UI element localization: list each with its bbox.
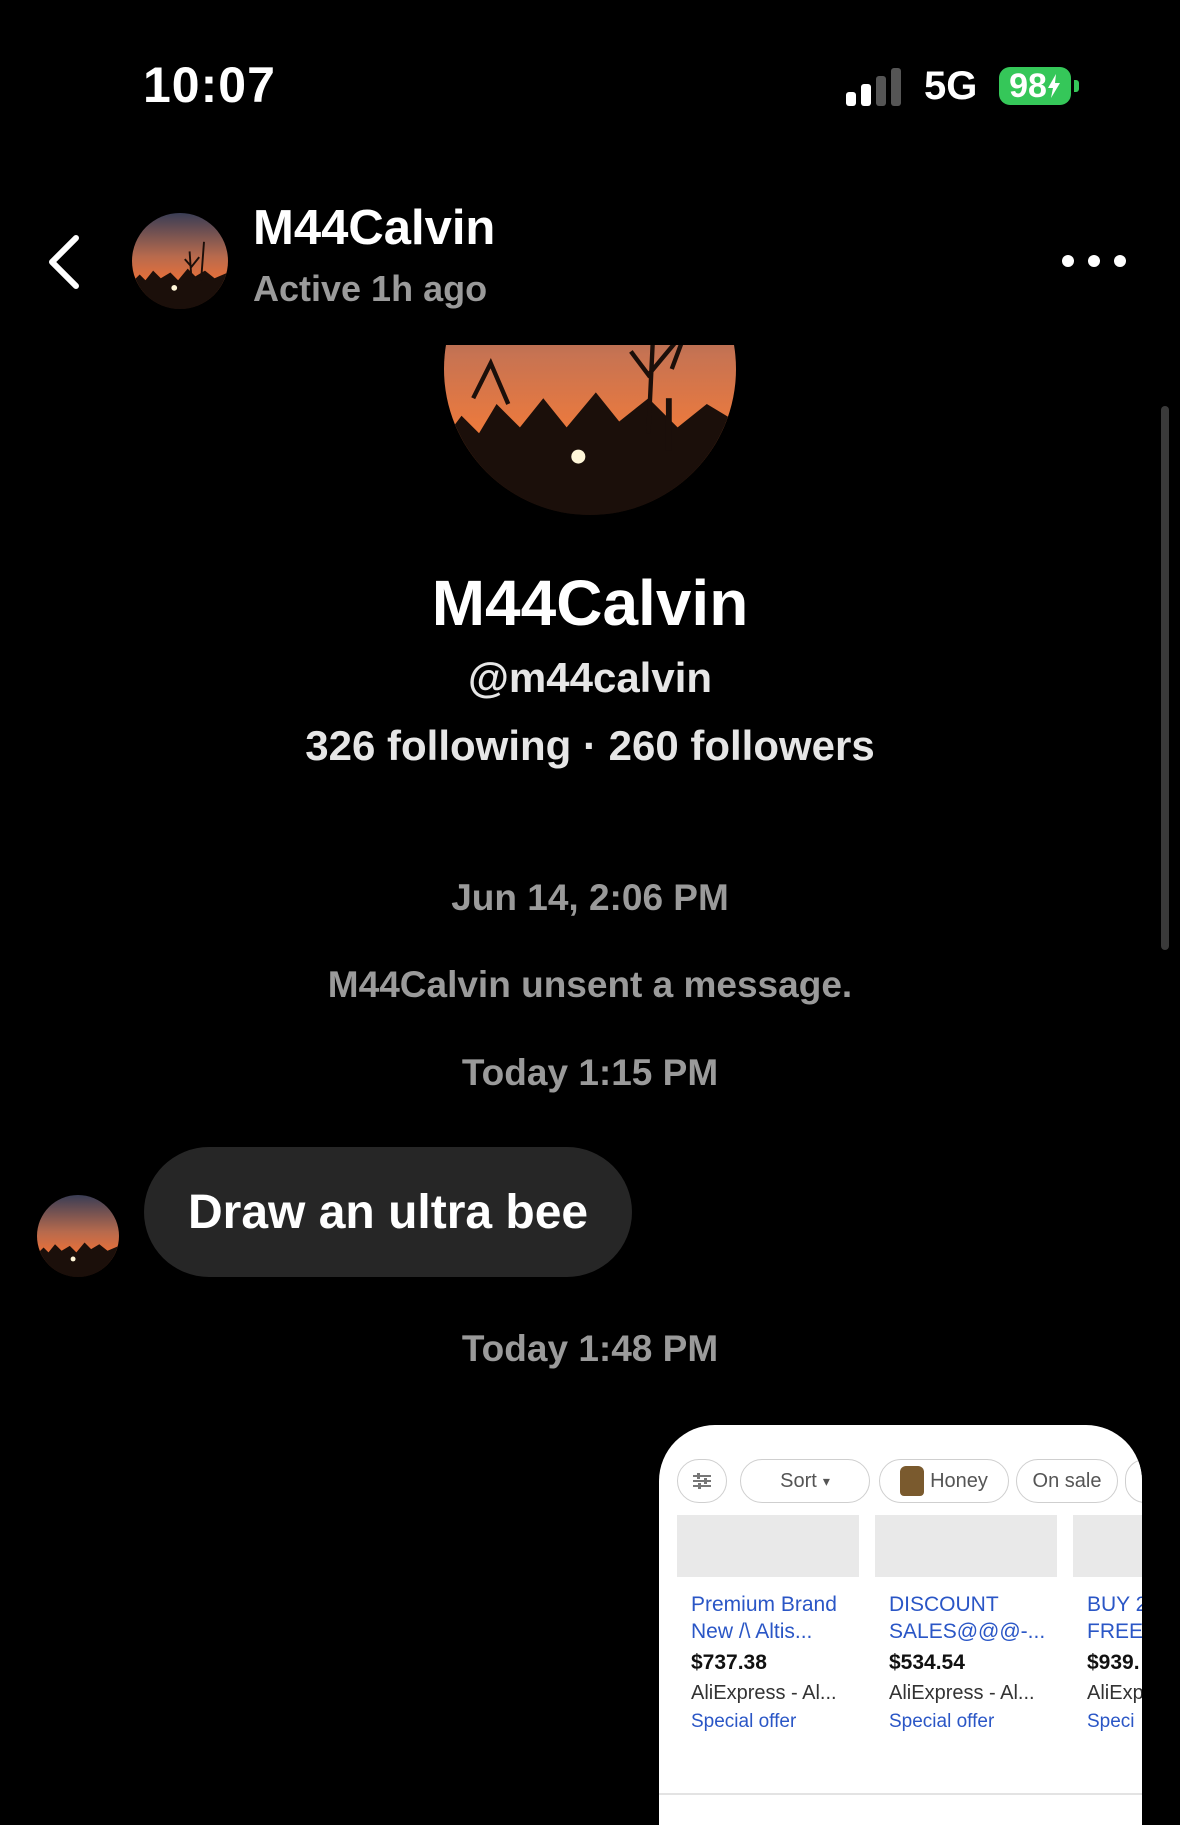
cellular-signal-icon <box>846 68 906 106</box>
sunset-avatar-image <box>37 1195 119 1277</box>
sunset-avatar-image <box>444 345 736 515</box>
ellipsis-icon[interactable] <box>1062 250 1126 272</box>
battery-tip <box>1074 80 1079 92</box>
system-message: M44Calvin unsent a message. <box>327 964 853 1005</box>
status-time: 10:07 <box>143 57 276 113</box>
divider <box>659 1793 1142 1795</box>
product-title: New /\ Altis... <box>691 1620 813 1643</box>
profile-name: M44Calvin <box>431 567 749 639</box>
header-avatar[interactable] <box>132 213 228 309</box>
product-source: AliExp <box>1087 1682 1142 1704</box>
more-chip <box>1125 1459 1142 1503</box>
product-source: AliExpress - Al... <box>889 1682 1035 1704</box>
honey-jar-icon <box>900 1466 925 1496</box>
charging-bolt-icon <box>1047 74 1060 98</box>
sender-avatar[interactable] <box>37 1195 119 1277</box>
product-price: $737.38 <box>691 1651 767 1674</box>
product-title: DISCOUNT <box>889 1593 999 1616</box>
honey-chip: Honey <box>879 1459 1009 1503</box>
product-title: FREE <box>1087 1620 1142 1643</box>
sort-chip: Sort ▾ <box>740 1459 870 1503</box>
product-title: SALES@@@-... <box>889 1620 1046 1643</box>
network-type: 5G <box>924 64 978 108</box>
battery-icon: 98 <box>999 67 1071 105</box>
battery-level: 98 <box>1009 66 1047 105</box>
sunset-avatar-image <box>132 213 228 309</box>
chevron-left-icon[interactable] <box>44 232 84 292</box>
active-status: Active 1h ago <box>253 268 488 309</box>
product-card: Premium Brand New /\ Altis... $737.38 Al… <box>677 1515 859 1733</box>
on-sale-chip: On sale <box>1016 1459 1118 1503</box>
product-price: $534.54 <box>889 1651 965 1674</box>
caret-down-icon: ▾ <box>822 1472 830 1489</box>
product-offer: Special offer <box>691 1711 797 1732</box>
message-bubble[interactable]: Draw an ultra bee <box>144 1147 633 1277</box>
filter-icon <box>677 1459 727 1503</box>
header-username[interactable]: M44Calvin <box>253 200 495 256</box>
follow-stats: 326 following · 260 followers <box>305 722 875 769</box>
product-title: BUY 2 <box>1087 1593 1142 1616</box>
product-offer: Speci <box>1087 1711 1135 1732</box>
product-title: Premium Brand <box>691 1593 837 1616</box>
product-image-placeholder <box>875 1515 1057 1577</box>
timestamp: Today 1:48 PM <box>461 1328 719 1369</box>
product-source: AliExpress - Al... <box>691 1682 837 1704</box>
sort-chip-label: Sort <box>780 1469 817 1492</box>
profile-avatar[interactable] <box>444 345 736 515</box>
product-card: BUY 2 FREE $939. AliExp Speci <box>1073 1515 1142 1733</box>
product-price: $939. <box>1087 1651 1140 1674</box>
shared-image-message[interactable]: Sort ▾ Honey On sale Premium Brand New /… <box>659 1425 1142 1825</box>
product-card: DISCOUNT SALES@@@-... $534.54 AliExpress… <box>875 1515 1057 1733</box>
product-image-placeholder <box>677 1515 859 1577</box>
scrollbar[interactable] <box>1161 406 1169 950</box>
on-sale-chip-label: On sale <box>1032 1469 1102 1492</box>
product-image-placeholder <box>1073 1515 1142 1577</box>
message-text: Draw an ultra bee <box>188 1185 589 1239</box>
timestamp: Jun 14, 2:06 PM <box>451 877 729 918</box>
profile-handle: @m44calvin <box>467 654 713 701</box>
honey-chip-label: Honey <box>930 1469 988 1492</box>
product-offer: Special offer <box>889 1711 995 1732</box>
timestamp: Today 1:15 PM <box>461 1052 719 1093</box>
